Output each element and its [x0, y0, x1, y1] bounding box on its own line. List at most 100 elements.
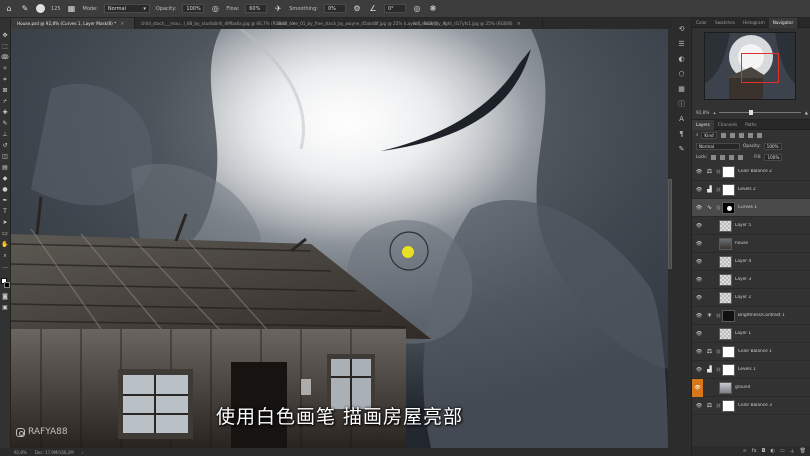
eraser-tool-icon[interactable]: ◫: [1, 153, 9, 161]
layer-row[interactable]: 👁 ground: [692, 378, 810, 397]
airbrush-icon[interactable]: ✈: [273, 4, 283, 14]
brush-preset-picker[interactable]: [36, 4, 45, 13]
layer-thumbnail[interactable]: [719, 291, 732, 304]
blend-mode-select[interactable]: Normal: [696, 143, 740, 150]
visibility-eye-icon[interactable]: 👁: [695, 187, 703, 193]
tab-navigator[interactable]: Navigator: [768, 17, 798, 28]
mask-link-icon[interactable]: ⛓: [716, 367, 721, 372]
brush-tool-icon[interactable]: ✎: [1, 120, 9, 128]
layer-thumbnail[interactable]: [722, 399, 735, 412]
mask-link-icon[interactable]: ⛓: [716, 205, 721, 210]
libraries-icon[interactable]: ▦: [677, 84, 686, 93]
layer-row[interactable]: 👁 Layer 5: [692, 217, 810, 235]
mask-link-icon[interactable]: ⛓: [716, 403, 721, 408]
history-brush-tool-icon[interactable]: ↺: [1, 142, 9, 150]
tab-house[interactable]: House.psd @ 92,8% (Curves 1, Layer Mask/…: [11, 18, 135, 29]
visibility-eye-icon[interactable]: 👁: [695, 313, 703, 319]
more-tools-icon[interactable]: …: [1, 263, 9, 271]
visibility-eye-icon[interactable]: 👁: [695, 295, 703, 301]
properties-icon[interactable]: ☰: [677, 39, 686, 48]
screen-mode-icon[interactable]: ▣: [1, 304, 9, 312]
zoom-slider[interactable]: [719, 109, 801, 115]
opacity-field[interactable]: 100%: [182, 4, 205, 13]
mask-link-icon[interactable]: ⛓: [716, 313, 721, 318]
marquee-tool-icon[interactable]: ⬚: [1, 43, 9, 51]
filter-type-icon[interactable]: [738, 133, 744, 138]
layer-thumbnail[interactable]: [722, 165, 735, 178]
zoom-tool-icon[interactable]: ⌕: [1, 252, 9, 260]
history-icon[interactable]: ⟲: [677, 24, 686, 33]
layer-row[interactable]: 👁 ⚖ ⛓ Color Balance 2: [692, 163, 810, 181]
chevron-right-icon[interactable]: ›: [82, 450, 84, 455]
clone-stamp-tool-icon[interactable]: ⊥: [1, 131, 9, 139]
layer-thumbnail[interactable]: [722, 309, 735, 322]
layer-fill-field[interactable]: 100%: [764, 154, 783, 161]
trash-icon[interactable]: 🗑: [800, 448, 806, 454]
visibility-eye-icon[interactable]: 👁: [695, 259, 703, 265]
layer-thumbnail[interactable]: [719, 255, 732, 268]
mask-link-icon[interactable]: ⛓: [716, 349, 721, 354]
lock-all-icon[interactable]: [738, 155, 744, 160]
filter-shape-icon[interactable]: [747, 133, 753, 138]
layer-row[interactable]: 👁 ▟ ⛓ Levels 1: [692, 361, 810, 379]
tab-channels[interactable]: Channels: [714, 120, 741, 130]
cube-icon[interactable]: ⬡: [677, 69, 686, 78]
layer-thumbnail[interactable]: [719, 237, 732, 250]
adjustments-icon[interactable]: ◐: [677, 54, 686, 63]
kind-filter-select[interactable]: Kind: [701, 132, 717, 139]
layer-row[interactable]: 👁 ⚖ ⛓ Color Balance 3: [692, 397, 810, 415]
layer-thumbnail[interactable]: [719, 381, 732, 394]
pressure-opacity-icon[interactable]: ◎: [210, 4, 220, 14]
layer-row[interactable]: 👁 ∿ ⛓ Curves 1: [692, 199, 810, 217]
layer-thumbnail[interactable]: [722, 345, 735, 358]
healing-brush-tool-icon[interactable]: ✚: [1, 109, 9, 117]
visibility-eye-icon[interactable]: 👁: [695, 169, 703, 175]
new-group-icon[interactable]: ▭: [780, 448, 785, 454]
visibility-eye-icon[interactable]: 👁: [695, 403, 703, 409]
type-tool-icon[interactable]: T: [1, 208, 9, 216]
close-icon[interactable]: ×: [120, 21, 124, 27]
navigator-thumbnail[interactable]: [704, 32, 796, 100]
eyedropper-tool-icon[interactable]: ⌿: [1, 98, 9, 106]
gear-icon[interactable]: ⚙: [352, 4, 362, 14]
background-color[interactable]: [3, 282, 10, 288]
filter-adjustment-icon[interactable]: [729, 133, 735, 138]
layer-row[interactable]: 👁 ☀ ⛓ Brightness/Contrast 1: [692, 307, 810, 325]
layer-row[interactable]: 👁 Layer 2: [692, 289, 810, 307]
tab-layers[interactable]: Layers: [692, 119, 714, 130]
quick-mask-icon[interactable]: ◙: [1, 293, 9, 301]
navigator-view-box[interactable]: [741, 53, 779, 83]
layer-row[interactable]: 👁 Layer 3: [692, 271, 810, 289]
layer-row[interactable]: 👁 ▟ ⛓ Levels 2: [692, 181, 810, 199]
brush-presets-icon[interactable]: ✎: [677, 144, 686, 153]
status-zoom[interactable]: 92,8%: [14, 450, 27, 455]
layer-thumbnail[interactable]: [719, 219, 732, 232]
color-swatches[interactable]: [0, 278, 10, 290]
layer-row[interactable]: 👁 house: [692, 235, 810, 253]
gradient-tool-icon[interactable]: ▤: [1, 164, 9, 172]
tab-dead-tree[interactable]: dead_tree_01_by_free_stock_by_wayne_d5ab…: [271, 18, 447, 29]
visibility-eye-icon[interactable]: 👁: [695, 331, 703, 337]
visibility-eye-icon[interactable]: 👁: [695, 241, 703, 247]
smoothing-field[interactable]: 0%: [323, 4, 346, 13]
zoom-slider-knob[interactable]: [749, 109, 754, 115]
tab-color[interactable]: Color: [692, 18, 711, 28]
home-icon[interactable]: ⌂: [4, 4, 14, 14]
layer-style-icon[interactable]: fx: [752, 448, 757, 454]
path-select-tool-icon[interactable]: ➤: [1, 219, 9, 227]
tab-histogram[interactable]: Histogram: [739, 18, 769, 28]
zoom-in-icon[interactable]: ▲: [805, 110, 808, 115]
close-icon[interactable]: ×: [517, 21, 521, 27]
tab-child-stock[interactable]: child_stock___mou...l_88_by_studiobrill_…: [135, 18, 296, 29]
quick-select-tool-icon[interactable]: ✧: [1, 65, 9, 73]
lock-pixels-icon[interactable]: [720, 155, 726, 160]
visibility-eye-icon[interactable]: 👁: [695, 349, 703, 355]
tab-paths[interactable]: Paths: [741, 120, 760, 130]
move-tool-icon[interactable]: ✥: [1, 32, 9, 40]
new-layer-icon[interactable]: ＋: [790, 448, 795, 455]
lock-position-icon[interactable]: [729, 155, 735, 160]
angle-field[interactable]: 0°: [383, 4, 406, 13]
mask-link-icon[interactable]: ⛓: [716, 187, 721, 192]
paragraph-icon[interactable]: ¶: [677, 129, 686, 138]
info-icon[interactable]: ⓘ: [677, 99, 686, 108]
